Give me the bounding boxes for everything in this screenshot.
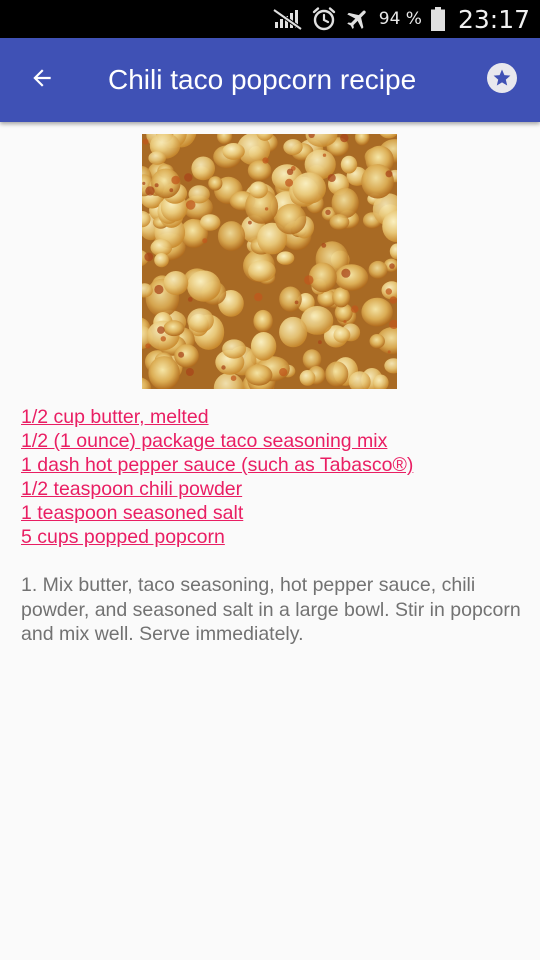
ingredient-link[interactable]: 1/2 (1 ounce) package taco seasoning mix — [21, 429, 413, 453]
back-button[interactable] — [18, 56, 66, 104]
status-icons: 94 % 23:17 — [272, 0, 530, 38]
status-time: 23:17 — [457, 4, 530, 34]
favorite-button[interactable] — [484, 62, 520, 98]
ingredient-link[interactable]: 5 cups popped popcorn — [21, 525, 413, 549]
battery-icon — [430, 6, 446, 32]
star-icon — [486, 62, 518, 99]
ingredients-list: 1/2 cup butter, melted 1/2 (1 ounce) pac… — [21, 405, 413, 549]
arrow-back-icon — [29, 65, 55, 96]
ingredient-link[interactable]: 1 teaspoon seasoned salt — [21, 501, 413, 525]
signal-muted-icon — [272, 8, 303, 30]
ingredient-link[interactable]: 1 dash hot pepper sauce (such as Tabasco… — [21, 453, 413, 477]
ingredient-link[interactable]: 1/2 teaspoon chili powder — [21, 477, 413, 501]
instructions-text: 1. Mix butter, taco seasoning, hot peppe… — [21, 574, 521, 645]
ingredient-link[interactable]: 1/2 cup butter, melted — [21, 405, 413, 429]
airplane-mode-icon — [345, 6, 371, 32]
page-title: Chili taco popcorn recipe — [108, 64, 417, 95]
status-bar: 94 % 23:17 — [0, 0, 540, 38]
alarm-icon — [311, 6, 337, 32]
popcorn-photo — [142, 134, 397, 389]
app-bar: Chili taco popcorn recipe — [0, 38, 540, 122]
battery-percent: 94 % — [378, 9, 422, 29]
popcorn-image — [142, 134, 397, 389]
